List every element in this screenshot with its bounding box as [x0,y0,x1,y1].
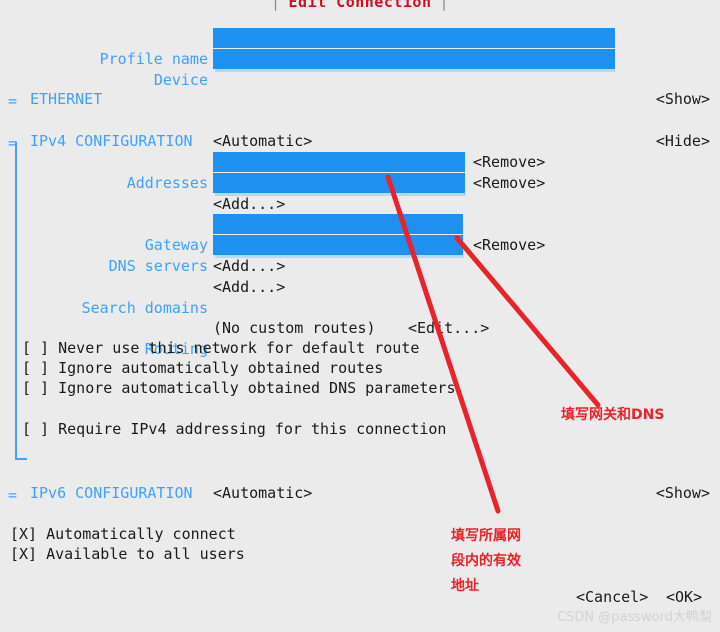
ipv4-search-domains-add-button[interactable]: <Add...> [213,277,285,298]
ipv4-routing-edit-button[interactable]: <Edit...> [408,318,489,339]
annotation-valid-address-line-1: 填写所属网 [451,528,521,544]
device-input[interactable]: ens160 (00:0C:29:AF:F1:42)______________… [213,49,615,69]
watermark: CSDN @password大鸭梨 [557,609,712,625]
page-title: Edit Connection [288,0,432,11]
option-label-automatically-connect: Automatically connect [46,525,236,543]
ipv4-require-label: Require IPv4 addressing for this connect… [58,420,447,438]
ipv4-section-spine-foot [15,458,27,460]
checkbox-ignore-dns[interactable]: [ ] [22,379,49,397]
ipv4-dns-add-button[interactable]: <Add...> [213,256,285,277]
ethernet-section-title: ETHERNET [30,90,103,108]
ipv4-search-domains-row: Search domains [0,277,720,317]
ipv4-method-select[interactable]: <Automatic> [213,131,312,152]
ipv6-method-select[interactable]: <Automatic> [213,483,312,504]
ipv4-gateway-input[interactable]: 192.168.190.2____________ [213,214,463,234]
title-left-bar: | [270,0,281,11]
checkbox-available-all-users[interactable]: [X] [10,545,37,563]
ipv4-search-domains-label: Search domains [81,298,208,317]
ipv4-section-title: IPv4 CONFIGURATION [30,132,193,150]
ipv4-hide-button[interactable]: <Hide> [656,131,710,152]
cancel-button[interactable]: <Cancel> [576,587,648,608]
title-right-bar: | [439,0,450,11]
annotation-valid-address-line-3: 地址 [451,578,479,594]
ipv6-show-button[interactable]: <Show> [656,483,710,504]
ipv4-option-label-0: Never use this network for default route [58,339,420,357]
ipv4-address-remove-button-2[interactable]: <Remove> [473,173,545,194]
ipv4-option-label-1: Ignore automatically obtained routes [58,359,384,377]
ipv4-option-never-default-route[interactable]: [ ] Never use this network for default r… [22,338,419,359]
ipv4-option-require-addressing[interactable]: [ ] Require IPv4 addressing for this con… [22,419,446,440]
checkbox-never-default-route[interactable]: [ ] [22,339,49,357]
device-input-shadow [215,69,615,72]
ok-button[interactable]: <OK> [666,587,702,608]
ipv6-section-marker-icon: = [8,486,18,504]
ipv4-address-input-2[interactable]: 192.168.190.200__________ [213,173,465,193]
nmtui-edit-connection-screen: |Edit Connection| Profile name ens160___… [0,0,720,632]
device-label: Device [153,70,208,89]
ipv4-addresses-label: Addresses [126,173,208,192]
ipv6-section-title: IPv6 CONFIGURATION [30,484,193,502]
ipv4-address-input-1[interactable]: 192.168.190.100__________ [213,152,465,172]
ipv4-option-ignore-routes[interactable]: [ ] Ignore automatically obtained routes [22,358,383,379]
ipv4-address-add-button[interactable]: <Add...> [213,194,285,215]
ipv4-dns-input[interactable]: 114.114.114.114 [213,235,463,255]
option-label-available-all-users: Available to all users [46,545,245,563]
ethernet-show-button[interactable]: <Show> [656,89,710,110]
checkbox-require-ipv4[interactable]: [ ] [22,420,49,438]
ethernet-section-marker-icon: = [8,92,18,110]
ipv4-dns-label: DNS servers [108,256,208,275]
ipv4-routing-value: (No custom routes) [213,319,376,337]
checkbox-ignore-routes[interactable]: [ ] [22,359,49,377]
ipv4-dns-remove-button[interactable]: <Remove> [473,235,545,256]
option-available-all-users[interactable]: [X] Available to all users [10,544,245,565]
annotation-valid-address-line-2: 段内的有效 [451,553,521,569]
option-automatically-connect[interactable]: [X] Automatically connect [10,524,236,545]
window-title-bar: | Edit Connection | [0,0,720,13]
ipv4-option-label-2: Ignore automatically obtained DNS parame… [58,379,456,397]
profile-name-input[interactable]: ens160__________________________________… [213,28,615,48]
checkbox-automatically-connect[interactable]: [X] [10,525,37,543]
annotation-gateway-dns: 填写网关和DNS [561,407,665,423]
ipv4-address-remove-button-1[interactable]: <Remove> [473,152,545,173]
ipv4-option-ignore-dns[interactable]: [ ] Ignore automatically obtained DNS pa… [22,378,455,399]
